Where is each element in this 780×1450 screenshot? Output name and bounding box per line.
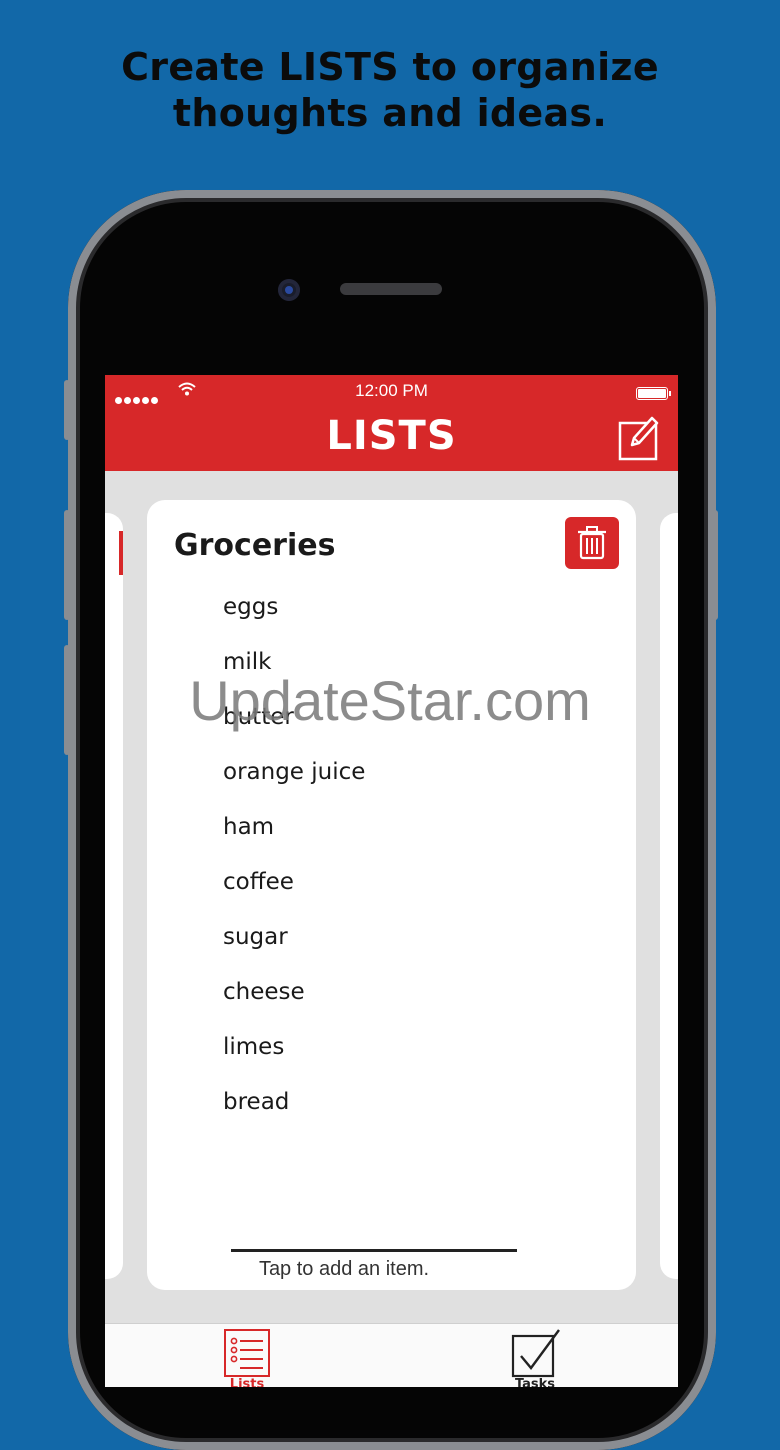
list-card: Groceries eggs milk butter orange juice …: [147, 500, 636, 1290]
app-screen: 12:00 PM LISTS Groceries eggs milk butte…: [105, 375, 678, 1387]
checkbox-icon: [511, 1329, 560, 1378]
tab-tasks[interactable]: Tasks: [475, 1324, 595, 1387]
app-header: 12:00 PM LISTS: [105, 375, 678, 471]
add-item-underline: [231, 1249, 517, 1252]
delete-list-button[interactable]: [565, 517, 619, 569]
promo-headline-line2: thoughts and ideas.: [172, 91, 608, 135]
list-item[interactable]: orange juice: [223, 745, 365, 800]
tab-bar: Lists Tasks: [105, 1323, 678, 1387]
mute-switch: [64, 380, 70, 440]
tab-lists-label: Lists: [229, 1377, 265, 1387]
promo-headline-line1: Create LISTS to organize: [121, 45, 659, 89]
status-bar: 12:00 PM: [105, 379, 678, 405]
next-list-card[interactable]: [660, 513, 678, 1279]
list-item[interactable]: cheese: [223, 965, 365, 1020]
earpiece-speaker: [340, 283, 442, 295]
status-time: 12:00 PM: [355, 381, 428, 400]
page-title: LISTS: [326, 413, 457, 459]
list-title[interactable]: Groceries: [174, 528, 335, 563]
watermark-text: UpdateStar.com: [189, 669, 591, 732]
add-item-input[interactable]: Tap to add an item.: [231, 1258, 457, 1281]
power-button: [712, 510, 718, 620]
list-icon: [224, 1329, 270, 1377]
trash-icon: [578, 526, 606, 560]
list-items: eggs milk butter orange juice ham coffee…: [223, 580, 365, 1130]
volume-up-button: [64, 510, 70, 620]
tab-tasks-label: Tasks: [514, 1377, 556, 1387]
list-item[interactable]: bread: [223, 1075, 365, 1130]
compose-icon[interactable]: [618, 413, 660, 461]
list-item[interactable]: limes: [223, 1020, 365, 1075]
battery-icon: [636, 387, 671, 400]
front-camera: [278, 279, 300, 301]
list-item[interactable]: sugar: [223, 910, 365, 965]
list-item[interactable]: ham: [223, 800, 365, 855]
list-item[interactable]: eggs: [223, 580, 365, 635]
previous-list-card[interactable]: [105, 513, 123, 1279]
list-item[interactable]: coffee: [223, 855, 365, 910]
tab-lists[interactable]: Lists: [187, 1324, 307, 1387]
promo-headline: Create LISTS to organize thoughts and id…: [0, 44, 780, 136]
